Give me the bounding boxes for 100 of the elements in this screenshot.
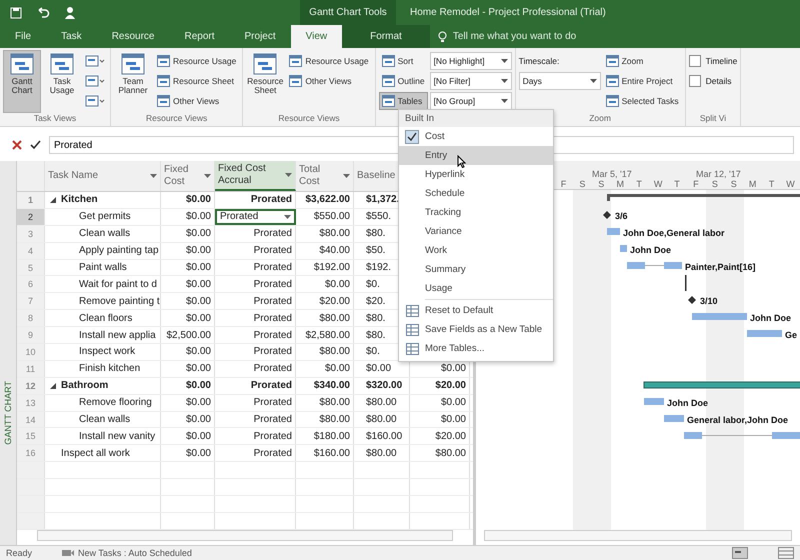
dropdown-field[interactable]: Days	[518, 72, 601, 90]
ribbon-tab[interactable]: Report	[170, 25, 230, 48]
ribbon-tab[interactable]: Project	[230, 25, 291, 48]
dropdown-field[interactable]: [No Highlight]	[430, 52, 512, 70]
ribbon-tab[interactable]: View	[290, 25, 342, 48]
view-button[interactable]: Resource Sheet	[246, 50, 284, 113]
table-cell: $0.00	[161, 293, 215, 310]
status-text[interactable]: New Tasks : Auto Scheduled	[62, 548, 192, 558]
dropdown-field[interactable]: [No Filter]	[430, 72, 512, 90]
caret-icon	[500, 99, 508, 103]
ribbon-button[interactable]: Outline	[378, 72, 428, 90]
ribbon-button[interactable]: Resource Usage	[286, 52, 372, 70]
menu-item[interactable]: Cost	[399, 127, 553, 146]
view-label: GANTT CHART	[3, 381, 13, 445]
collapse-icon[interactable]	[49, 382, 57, 390]
ribbon-button[interactable]: Sort	[378, 52, 428, 70]
accrual-dropdown[interactable]: Prorated	[215, 208, 296, 225]
cancel-icon[interactable]	[12, 140, 22, 150]
table-cell: $0.00	[161, 310, 215, 326]
table-cell: Prorated	[215, 428, 296, 444]
dropdown-field[interactable]: [No Group]	[430, 92, 512, 110]
ribbon-tab[interactable]: File	[0, 25, 46, 48]
field-label: Timescale:	[518, 55, 560, 68]
ribbon-button[interactable]: Tables	[378, 92, 428, 110]
menu-heading: Built In	[399, 110, 553, 127]
table-cell: $20.00	[296, 293, 354, 310]
save-icon[interactable]	[10, 6, 22, 18]
view-icon	[85, 75, 105, 87]
ribbon-button[interactable]: Resource Usage	[154, 52, 240, 70]
ribbon-button[interactable]: Entire Project	[602, 72, 682, 90]
group-label: Zoom	[588, 113, 612, 125]
table-cell: $0.00	[161, 360, 215, 377]
check-icon[interactable]	[30, 140, 41, 150]
ribbon-button[interactable]: Other Views	[154, 92, 240, 110]
table-icon	[406, 342, 418, 354]
ribbon-button[interactable]: Other Views	[286, 72, 372, 90]
caret-icon[interactable]	[150, 174, 157, 178]
milestone-diamond[interactable]	[688, 296, 696, 304]
bar-label: 3/10	[700, 296, 718, 306]
person-icon[interactable]	[64, 6, 76, 19]
day-label: W	[652, 178, 664, 189]
task-name: Inspect all work	[61, 448, 130, 459]
table-cell: Prorated	[215, 242, 296, 259]
table-cell: $0.00	[161, 276, 215, 292]
table-cell: $0.00	[161, 412, 215, 428]
undo-icon[interactable]	[36, 6, 50, 18]
milestone-diamond[interactable]	[603, 210, 611, 219]
view-button[interactable]: Gantt Chart	[3, 50, 41, 113]
table-cell: $0.00	[161, 242, 215, 259]
table-cell: $0.00	[161, 445, 215, 462]
horizontal-scrollbar[interactable]	[37, 530, 453, 542]
ribbon-button[interactable]: Selected Tasks	[602, 92, 682, 110]
caret-icon	[284, 214, 291, 219]
task-name: Inspect work	[79, 346, 136, 358]
ribbon-tab[interactable]: Task	[46, 25, 97, 48]
task-name: Clean walls	[79, 414, 130, 426]
day-label: F	[692, 178, 700, 189]
connector-line	[685, 274, 686, 291]
table-cell: $192.00	[296, 260, 354, 276]
summary-bar[interactable]	[644, 381, 800, 388]
row-number[interactable]: 2	[17, 208, 45, 225]
menu-item[interactable]: Entry	[399, 146, 553, 165]
checkbox[interactable]: Details	[688, 72, 738, 90]
split-task-bar[interactable]	[684, 432, 800, 439]
task-name: Finish kitchen	[79, 363, 140, 374]
horizontal-scrollbar[interactable]	[484, 530, 792, 541]
ribbon-tab[interactable]: Resource	[96, 25, 170, 48]
table-cell: $160.00	[296, 445, 354, 462]
group-label: Resource Views	[145, 113, 208, 125]
tell-me-field[interactable]: Tell me what you want to do	[450, 30, 655, 43]
caret-icon[interactable]	[285, 172, 292, 176]
day-label: T	[635, 178, 643, 189]
view-button[interactable]: Team Planner	[114, 50, 152, 113]
view-button[interactable]: Task Usage	[43, 50, 81, 113]
column-header[interactable]: Total Cost	[296, 161, 354, 191]
table-cell: Prorated	[215, 412, 296, 428]
table-cell: Prorated	[215, 260, 296, 276]
table-cell: $340.00	[296, 378, 354, 394]
column-header[interactable]: Task Name	[45, 161, 161, 191]
table-cell: $0.00	[161, 192, 215, 208]
table-icon	[406, 324, 418, 336]
table-cell: Prorated	[215, 394, 296, 411]
sheet-view-icon[interactable]	[778, 547, 794, 559]
caret-icon	[590, 79, 597, 83]
gantt-view-icon[interactable]	[732, 547, 748, 559]
split-task-bar[interactable]	[627, 262, 682, 269]
table-cell: $320.00	[354, 378, 410, 394]
view-icon	[606, 75, 619, 87]
column-header[interactable]: Fixed Cost Accrual	[215, 161, 296, 191]
caret-icon	[500, 79, 508, 83]
ribbon-tab[interactable]: Format	[342, 25, 430, 48]
context-tab-title: Gantt Chart Tools	[300, 0, 396, 25]
caret-icon[interactable]	[343, 174, 350, 178]
ribbon-button[interactable]: Resource Sheet	[154, 72, 240, 90]
checkbox[interactable]: Timeline	[688, 52, 738, 70]
summary-bar[interactable]	[607, 194, 800, 201]
table-cell: $0.00	[161, 344, 215, 360]
caret-icon[interactable]	[204, 174, 211, 178]
ribbon-button[interactable]: Zoom	[602, 52, 682, 70]
collapse-icon[interactable]	[49, 196, 57, 204]
